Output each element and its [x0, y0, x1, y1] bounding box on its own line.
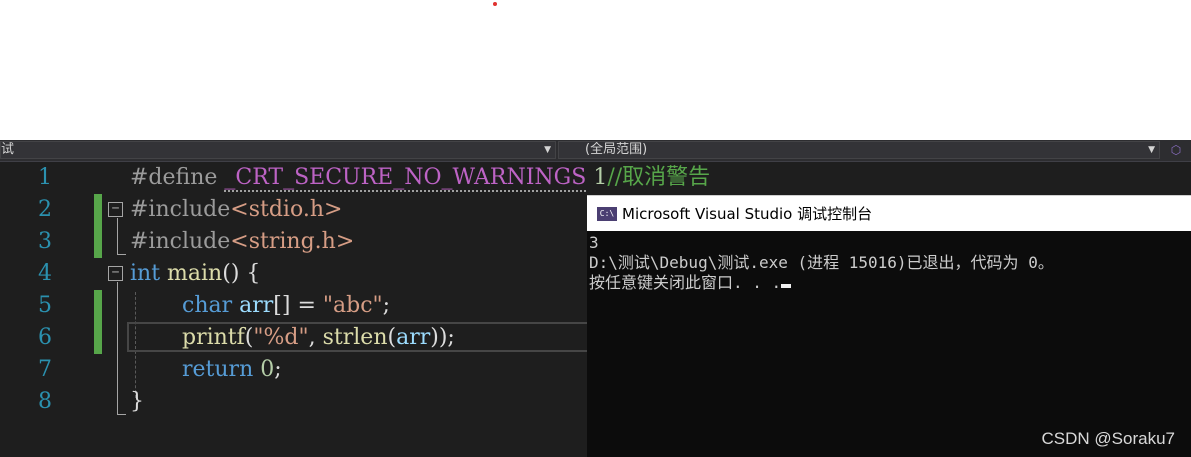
console-line: D:\测试\Debug\测试.exe (进程 15016)已退出，代码为 0。 — [589, 253, 1054, 272]
keyword: int — [130, 261, 161, 286]
code-line-5: char arr[] = "abc"; — [182, 290, 390, 322]
project-scope-dropdown[interactable]: 试 ▼ — [0, 141, 556, 159]
console-line: 3 — [589, 233, 599, 252]
red-dot-marker — [493, 2, 497, 6]
chevron-down-icon: ▼ — [1148, 145, 1155, 155]
outline-line — [117, 282, 118, 414]
text-cursor — [781, 284, 792, 288]
code-line-6: printf("%d", strlen(arr)); — [182, 322, 455, 354]
directive: #define — [130, 165, 218, 190]
console-output: 3 D:\测试\Debug\测试.exe (进程 15016)已退出，代码为 0。… — [589, 233, 1054, 293]
debug-console-window[interactable]: C:\ Microsoft Visual Studio 调试控制台 3 D:\测试… — [587, 195, 1191, 457]
watermark: CSDN @Soraku7 — [1041, 429, 1175, 448]
console-title-bar[interactable]: C:\ Microsoft Visual Studio 调试控制台 — [587, 195, 1191, 231]
keyword: return — [182, 357, 254, 382]
change-indicator-bar — [94, 290, 102, 354]
function-name: strlen — [322, 325, 388, 350]
line-number: 6 — [38, 325, 52, 350]
outline-end — [117, 414, 126, 415]
function-name: printf — [182, 325, 245, 350]
code-line-7: return 0; — [182, 354, 282, 386]
line-number: 4 — [38, 261, 52, 286]
number-literal: 0 — [260, 357, 275, 382]
navigation-options-icon[interactable]: ⬡ — [1164, 141, 1188, 159]
console-prompt: 按任意键关闭此窗口. . . — [589, 273, 782, 292]
punctuation: ; — [382, 293, 391, 318]
header-name: <stdio.h> — [230, 197, 343, 222]
directive: #include — [130, 229, 231, 254]
code-line-8: } — [130, 386, 144, 418]
macro-value: 1 — [593, 165, 608, 190]
code-line-3: #include<string.h> — [130, 226, 354, 258]
punctuation: [] = — [273, 293, 323, 318]
punctuation: , — [308, 325, 323, 350]
variable-name: arr — [239, 293, 274, 318]
function-name: main — [167, 261, 223, 286]
punctuation: () { — [222, 261, 261, 286]
variable-name: arr — [396, 325, 431, 350]
outline-line — [117, 218, 118, 254]
directive: #include — [130, 197, 231, 222]
code-line-2: #include<stdio.h> — [130, 194, 342, 226]
line-number: 2 — [38, 197, 52, 222]
console-title: Microsoft Visual Studio 调试控制台 — [622, 205, 873, 223]
punctuation: )); — [430, 325, 455, 350]
punctuation: ( — [387, 325, 397, 350]
chevron-down-icon: ▼ — [544, 145, 551, 155]
line-number: 8 — [38, 389, 52, 414]
collapse-icon[interactable]: − — [108, 202, 123, 217]
collapse-icon[interactable]: − — [108, 266, 123, 281]
comment: //取消警告 — [607, 165, 711, 190]
member-scope-label: (全局范围) — [585, 142, 648, 157]
line-number: 3 — [38, 229, 52, 254]
closing-brace: } — [130, 389, 144, 414]
string-literal: "%d" — [253, 325, 309, 350]
string-literal: "abc" — [322, 293, 383, 318]
code-line-4: int main() { — [130, 258, 260, 290]
member-scope-dropdown[interactable]: (全局范围) ▼ — [558, 141, 1160, 159]
console-app-icon: C:\ — [597, 207, 617, 221]
keyword: char — [182, 293, 233, 318]
punctuation: ; — [274, 357, 282, 382]
line-number: 7 — [38, 357, 52, 382]
code-line-1: #define _CRT_SECURE_NO_WARNINGS 1//取消警告 — [130, 162, 710, 194]
macro-name: _CRT_SECURE_NO_WARNINGS — [224, 165, 587, 192]
line-number: 5 — [38, 293, 52, 318]
console-line: 按任意键关闭此窗口. . . — [589, 273, 1054, 293]
header-name: <string.h> — [230, 229, 355, 254]
line-number: 1 — [38, 165, 52, 190]
navigation-bar: 试 ▼ (全局范围) ▼ ⬡ — [0, 140, 1191, 162]
change-indicator-bar — [94, 194, 102, 258]
project-scope-label: 试 — [1, 142, 15, 157]
outline-end — [117, 254, 126, 255]
